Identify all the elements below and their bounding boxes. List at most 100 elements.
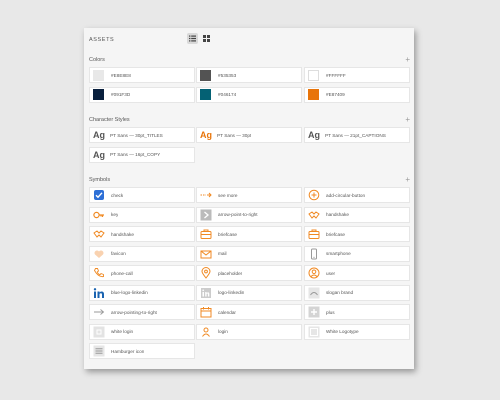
assets-panel: ASSETS Colors + Character Styles + Symbo… — [84, 28, 414, 369]
symbols-section-header: Symbols + — [89, 175, 411, 185]
symbol-label: White Logotype — [326, 329, 359, 334]
color-swatch-item[interactable]: #535353 — [196, 67, 302, 83]
symbol-item[interactable]: handshake — [304, 206, 410, 223]
symbol-item[interactable]: phone-call — [89, 265, 195, 281]
arrow-long-right-icon — [93, 306, 105, 318]
color-label: #091F3D — [111, 92, 131, 97]
color-swatch — [93, 69, 104, 81]
color-swatch-item[interactable]: #091F3D — [89, 86, 195, 103]
phone-icon — [93, 267, 105, 279]
symbol-item[interactable]: mail — [196, 245, 302, 262]
color-swatch-item[interactable]: #E87409 — [304, 86, 410, 103]
symbol-label: placeholder — [218, 270, 243, 276]
character-style-item[interactable]: Ag PT Sans — 16pt_COPY — [89, 146, 195, 163]
symbol-item[interactable]: white login — [89, 323, 195, 340]
symbol-item[interactable]: favicon — [89, 245, 195, 262]
symbol-item[interactable]: add-circular-button — [304, 187, 410, 203]
symbol-item[interactable]: calendar — [196, 304, 302, 320]
color-swatch — [200, 89, 211, 100]
symbol-item[interactable]: logo-linkedin — [196, 284, 302, 301]
type-sample: Ag — [93, 149, 105, 160]
color-swatch-item[interactable]: #046174 — [196, 86, 302, 103]
add-circle-icon — [308, 189, 320, 201]
arrow-right-icon — [200, 209, 212, 221]
color-label: #046174 — [218, 92, 237, 97]
symbol-item[interactable]: user — [304, 265, 410, 281]
symbol-item[interactable]: login — [196, 323, 302, 340]
symbol-label: arrow-point-to-right — [218, 212, 258, 217]
symbol-item[interactable]: plus — [304, 304, 410, 320]
character-styles-section-header: Character Styles + — [89, 115, 411, 125]
smartphone-icon — [308, 248, 320, 260]
user-icon — [308, 267, 320, 279]
add-symbol-button[interactable]: + — [405, 175, 410, 184]
colors-section-header: Colors + — [89, 55, 411, 65]
map-pin-icon — [200, 267, 212, 279]
symbol-label: briefcase — [218, 231, 238, 237]
symbol-label: slogan brand — [326, 290, 354, 295]
symbol-label: briefcase — [326, 231, 346, 237]
briefcase-icon — [200, 228, 212, 240]
key-icon — [93, 209, 105, 221]
symbol-label: logo-linkedin — [218, 290, 245, 295]
add-character-style-button[interactable]: + — [405, 115, 410, 124]
color-label: #E8E8E8 — [111, 72, 131, 78]
color-label: #535353 — [218, 72, 237, 78]
symbol-item[interactable]: see more — [196, 187, 302, 203]
symbol-label: blue-logo-linkedin — [111, 290, 148, 295]
symbol-label: arrow-pointing-to-right — [111, 309, 157, 315]
symbol-item[interactable]: briefcase — [304, 226, 410, 242]
symbol-item[interactable]: briefcase — [196, 226, 302, 242]
character-style-item[interactable]: Ag PT Sans — 30pt — [196, 127, 302, 143]
symbol-label: smartphone — [326, 251, 351, 256]
color-swatch-item[interactable]: #FFFFFF — [304, 67, 410, 83]
color-label: #FFFFFF — [326, 72, 346, 78]
list-view-icon — [189, 35, 196, 42]
check-icon — [93, 189, 105, 201]
symbol-item[interactable]: smartphone — [304, 245, 410, 262]
symbol-label: user — [326, 270, 336, 276]
symbol-label: login — [218, 329, 228, 334]
symbol-label: handshake — [326, 212, 349, 217]
linkedin-icon — [93, 287, 105, 299]
list-view-button[interactable] — [187, 33, 198, 44]
grid-view-button[interactable] — [201, 33, 212, 44]
color-swatch-item[interactable]: #E8E8E8 — [89, 67, 195, 83]
symbol-item[interactable]: slogan brand — [304, 284, 410, 301]
symbol-item[interactable]: check — [89, 187, 195, 203]
color-swatch — [93, 89, 104, 100]
mail-icon — [200, 248, 212, 260]
type-sample: Ag — [93, 130, 105, 140]
symbol-item[interactable]: blue-logo-linkedin — [89, 284, 195, 301]
symbol-item[interactable]: White Logotype — [304, 323, 410, 340]
character-style-label: PT Sans — 30pt — [217, 132, 252, 138]
favicon-icon — [93, 248, 105, 260]
linkedin-gray-icon — [200, 287, 212, 299]
character-style-item[interactable]: Ag PT Sans — 21pt_CAPTIONS — [304, 127, 410, 143]
symbol-label: calendar — [218, 309, 236, 315]
login-icon — [200, 326, 212, 338]
hamburger-icon — [93, 345, 105, 357]
character-styles-section-title: Character Styles — [89, 117, 130, 123]
plus-gray-icon — [308, 306, 320, 318]
symbol-item[interactable]: arrow-point-to-right — [196, 206, 302, 223]
symbol-item[interactable]: placeholder — [196, 265, 302, 281]
symbol-label: see more — [218, 192, 238, 198]
character-style-label: PT Sans — 30pt_TITLES — [110, 132, 163, 138]
logotype-icon — [308, 326, 320, 338]
symbol-item[interactable]: key — [89, 206, 195, 223]
character-style-item[interactable]: Ag PT Sans — 30pt_TITLES — [89, 127, 195, 143]
add-color-button[interactable]: + — [405, 55, 410, 64]
slogan-icon — [308, 287, 320, 299]
symbol-item[interactable]: handshake — [89, 226, 195, 242]
colors-section-title: Colors — [89, 57, 105, 63]
symbol-item[interactable]: arrow-pointing-to-right — [89, 304, 195, 320]
color-swatch — [200, 69, 211, 81]
symbol-label: white login — [111, 329, 134, 334]
grid-view-icon — [203, 35, 210, 42]
handshake-icon — [308, 209, 320, 221]
symbol-label: handshake — [111, 231, 134, 237]
symbol-item[interactable]: Hamburger icon — [89, 343, 195, 359]
calendar-icon — [200, 306, 212, 318]
type-sample: Ag — [308, 130, 320, 140]
